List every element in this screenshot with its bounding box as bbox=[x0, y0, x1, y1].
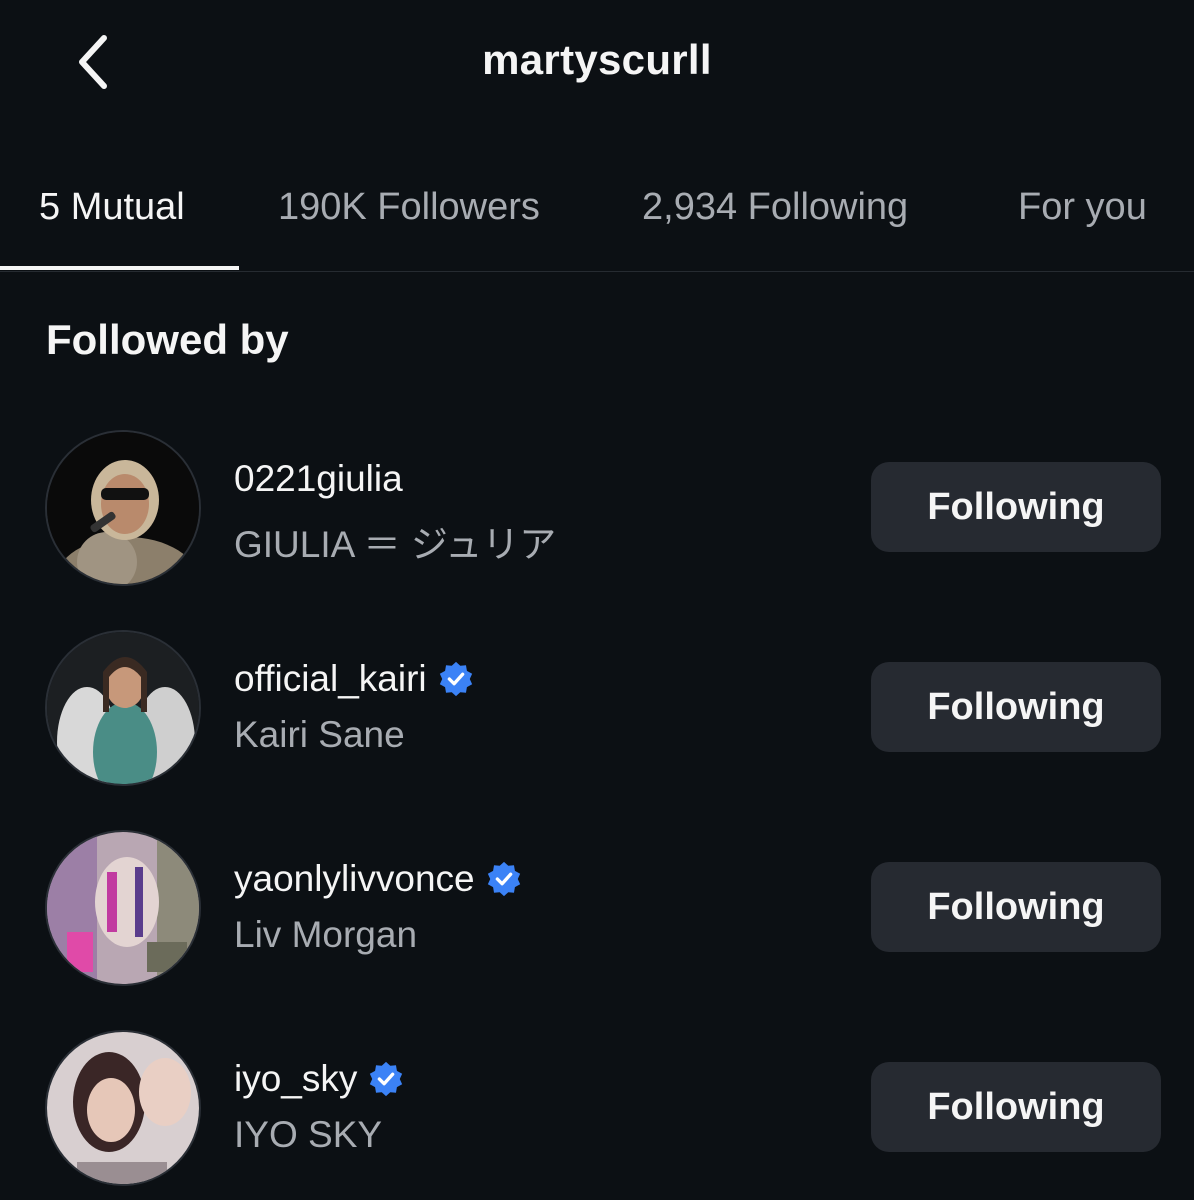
tab-followers[interactable]: 190K Followers bbox=[278, 186, 540, 229]
verified-badge-icon bbox=[437, 660, 475, 698]
verified-badge-icon bbox=[367, 1060, 405, 1098]
username-text: 0221giulia bbox=[234, 458, 403, 499]
avatar[interactable] bbox=[45, 1030, 201, 1186]
verified-badge-icon bbox=[485, 860, 523, 898]
list-item[interactable]: 0221giulia GIULIA ＝ ジュリア Following bbox=[0, 430, 1194, 590]
username-text: official_kairi bbox=[234, 658, 427, 699]
username[interactable]: official_kairi bbox=[234, 658, 475, 700]
username[interactable]: 0221giulia bbox=[234, 458, 403, 500]
list-item[interactable]: official_kairi Kairi Sane Following bbox=[0, 630, 1194, 790]
list-item[interactable]: iyo_sky IYO SKY Following bbox=[0, 1030, 1194, 1190]
tab-mutual[interactable]: 5 Mutual bbox=[39, 186, 185, 229]
username-text: yaonlylivvonce bbox=[234, 858, 475, 899]
avatar[interactable] bbox=[45, 430, 201, 586]
following-button[interactable]: Following bbox=[871, 862, 1161, 952]
username[interactable]: iyo_sky bbox=[234, 1058, 405, 1100]
full-name: GIULIA ＝ ジュリア bbox=[234, 524, 557, 565]
tab-following[interactable]: 2,934 Following bbox=[642, 186, 908, 229]
following-button[interactable]: Following bbox=[871, 662, 1161, 752]
full-name: Liv Morgan bbox=[234, 914, 418, 955]
list-item[interactable]: yaonlylivvonce Liv Morgan Following bbox=[0, 830, 1194, 990]
section-title: Followed by bbox=[46, 316, 289, 363]
username-text: iyo_sky bbox=[234, 1058, 358, 1099]
following-button[interactable]: Following bbox=[871, 1062, 1161, 1152]
avatar[interactable] bbox=[45, 830, 201, 986]
full-name: IYO SKY bbox=[234, 1114, 383, 1155]
username[interactable]: yaonlylivvonce bbox=[234, 858, 523, 900]
avatar[interactable] bbox=[45, 630, 201, 786]
page-title: martyscurll bbox=[482, 36, 712, 83]
active-tab-indicator bbox=[0, 266, 239, 270]
top-bar: martyscurll bbox=[0, 0, 1194, 125]
tab-bar: 5 Mutual 190K Followers 2,934 Following … bbox=[0, 150, 1194, 272]
following-button[interactable]: Following bbox=[871, 462, 1161, 552]
tab-for-you[interactable]: For you bbox=[1018, 186, 1147, 229]
full-name: Kairi Sane bbox=[234, 714, 405, 755]
